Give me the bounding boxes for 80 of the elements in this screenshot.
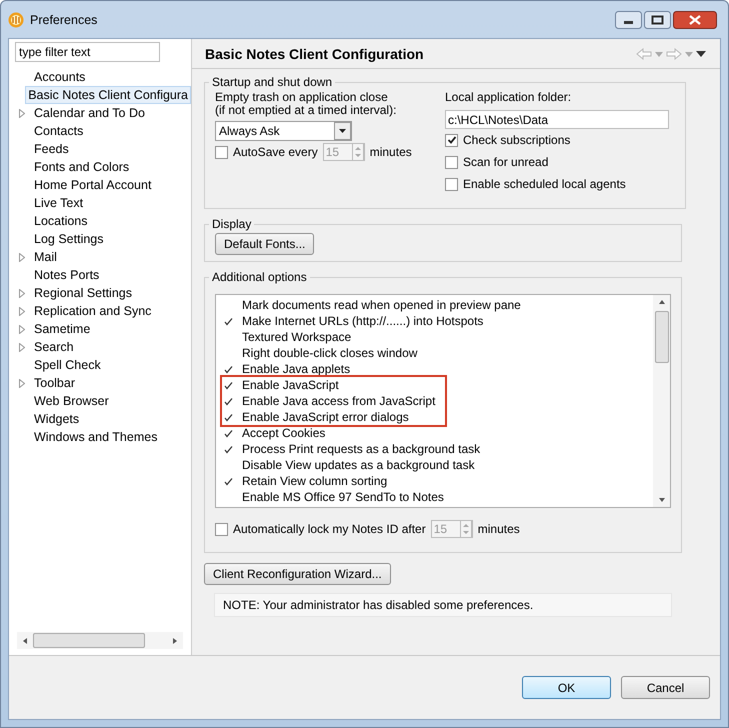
filter-field[interactable]: type filter text (15, 42, 160, 62)
unit-label: minutes (370, 145, 412, 159)
option-item[interactable]: Enable MS Office 97 SendTo to Notes (242, 490, 444, 504)
tree-item[interactable]: Replication and Sync (31, 302, 154, 320)
expand-arrow-icon[interactable] (19, 252, 25, 262)
tree-item[interactable]: Sametime (31, 320, 94, 338)
close-button[interactable] (673, 11, 717, 29)
caret-icon[interactable] (655, 52, 663, 56)
scroll-thumb[interactable] (33, 633, 145, 648)
option-item[interactable]: Disable View updates as a background task (242, 458, 475, 472)
note-message: NOTE: Your administrator has disabled some preferences. (214, 593, 672, 617)
option-item[interactable]: Enable Java access from JavaScript (242, 394, 436, 408)
group-title: Additional options (211, 270, 308, 284)
tree-item[interactable]: Widgets (31, 410, 82, 428)
checkbox[interactable] (445, 134, 458, 146)
dialog-button[interactable]: Cancel (621, 676, 710, 699)
tree-item[interactable]: Calendar and To Do (31, 104, 148, 122)
minimize-button[interactable] (615, 11, 642, 29)
group-title: Display (211, 217, 252, 231)
checkbox-label: Scan for unread (463, 155, 548, 169)
folder-field[interactable]: c:\HCL\Notes\Data (445, 110, 669, 129)
tree-item[interactable]: Windows and Themes (31, 428, 160, 446)
scroll-down-icon[interactable] (658, 497, 666, 503)
vertical-scrollbar[interactable] (653, 295, 670, 507)
tree-item[interactable]: Search (31, 338, 77, 356)
tree-item[interactable]: Notes Ports (31, 266, 102, 284)
option-item[interactable]: Retain View column sorting (242, 474, 388, 488)
unit-label: minutes (478, 522, 520, 536)
option-item[interactable]: Mark documents read when opened in preview pane (242, 298, 521, 312)
caret-icon[interactable] (685, 52, 693, 56)
tree-item[interactable]: Web Browser (31, 392, 112, 410)
field-label: Empty trash on application close (215, 91, 389, 104)
group-title: Startup and shut down (211, 75, 334, 89)
tree-item[interactable]: Log Settings (31, 230, 106, 248)
option-item[interactable]: Process Print requests as a background task (242, 442, 480, 456)
wizard-button[interactable]: Client Reconfiguration Wizard... (204, 563, 391, 585)
page-title: Basic Notes Client Configuration (205, 46, 424, 62)
maximize-button[interactable] (644, 11, 671, 29)
expand-arrow-icon[interactable] (19, 378, 25, 388)
option-item[interactable]: Textured Workspace (242, 330, 352, 344)
option-item[interactable]: Enable Java applets (242, 362, 350, 376)
horizontal-scrollbar[interactable] (17, 632, 183, 649)
tree-item[interactable]: Basic Notes Client Configura (25, 86, 191, 104)
scroll-thumb[interactable] (654, 311, 668, 363)
checkbox[interactable] (445, 178, 458, 190)
option-item[interactable]: Enable JavaScript error dialogs (242, 410, 409, 424)
checkbox-label: Enable scheduled local agents (463, 177, 626, 191)
tree-item[interactable]: Locations (31, 212, 91, 230)
option-item[interactable]: Accept Cookies (242, 426, 326, 440)
tree-item[interactable]: Mail (31, 248, 60, 266)
tree-item[interactable]: Regional Settings (31, 284, 135, 302)
default-fonts-button[interactable]: Default Fonts... (215, 233, 314, 255)
forward-icon[interactable] (666, 48, 682, 60)
scroll-right-icon[interactable] (171, 636, 179, 644)
dialog-button[interactable]: OK (522, 676, 611, 699)
checkbox-label: Automatically lock my Notes ID after (233, 522, 426, 536)
menu-caret-icon[interactable] (696, 51, 706, 57)
checkbox-label: AutoSave every (233, 145, 318, 159)
back-icon[interactable] (636, 48, 652, 60)
field-label: Local application folder: (445, 91, 572, 104)
checkbox-label: Check subscriptions (463, 133, 570, 147)
field-hint: (if not emptied at a timed interval): (215, 104, 398, 117)
trash-dropdown[interactable]: Always Ask (215, 121, 352, 141)
tree-item[interactable]: Home Portal Account (31, 176, 154, 194)
app-icon (8, 12, 24, 28)
tree-item[interactable]: Fonts and Colors (31, 158, 132, 176)
tree-item[interactable]: Toolbar (31, 374, 78, 392)
tree-item[interactable]: Accounts (31, 68, 88, 86)
option-item[interactable]: Make Internet URLs (http://......) into Hotspots (242, 314, 484, 328)
option-item[interactable]: Right double-click closes window (242, 346, 418, 360)
expand-arrow-icon[interactable] (19, 108, 25, 118)
scroll-left-icon[interactable] (21, 636, 29, 644)
scroll-up-icon[interactable] (658, 299, 666, 305)
tree-item[interactable]: Spell Check (31, 356, 104, 374)
window-title: Preferences (30, 12, 98, 26)
checkbox[interactable] (445, 156, 458, 168)
tree-item[interactable]: Contacts (31, 122, 86, 140)
tree-item[interactable]: Live Text (31, 194, 86, 212)
tree-item[interactable]: Feeds (31, 140, 72, 158)
option-item[interactable]: Enable JavaScript (242, 378, 339, 392)
